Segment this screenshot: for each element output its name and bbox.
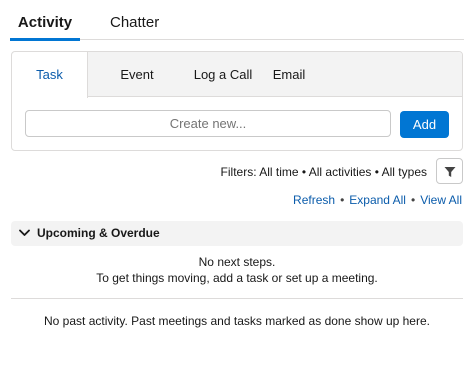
filters-summary: Filters: All time • All activities • All… bbox=[220, 165, 427, 179]
view-all-link[interactable]: View All bbox=[420, 193, 462, 207]
filter-icon bbox=[444, 167, 456, 177]
filter-button[interactable] bbox=[436, 158, 463, 184]
upcoming-overdue-title: Upcoming & Overdue bbox=[37, 226, 160, 240]
add-button[interactable]: Add bbox=[400, 111, 449, 138]
link-separator: • bbox=[340, 193, 345, 207]
activity-composer: Task Event Log a Call Email Create new..… bbox=[11, 51, 463, 151]
tab-task[interactable]: Task bbox=[12, 52, 88, 98]
create-new-input[interactable]: Create new... bbox=[25, 110, 391, 137]
chevron-down-icon bbox=[19, 229, 30, 236]
tab-email[interactable]: Email bbox=[262, 52, 316, 97]
tab-event[interactable]: Event bbox=[98, 52, 176, 97]
upcoming-overdue-header[interactable]: Upcoming & Overdue bbox=[11, 221, 463, 246]
tab-activity[interactable]: Activity bbox=[10, 0, 80, 41]
no-past-activity-text: No past activity. Past meetings and task… bbox=[44, 314, 430, 328]
tab-log-a-call[interactable]: Log a Call bbox=[172, 52, 274, 97]
activity-tabset: Activity Chatter bbox=[10, 0, 464, 41]
expand-all-link[interactable]: Expand All bbox=[349, 193, 406, 207]
divider bbox=[11, 298, 463, 299]
get-moving-text: To get things moving, add a task or set … bbox=[96, 271, 378, 285]
tab-chatter[interactable]: Chatter bbox=[110, 0, 159, 40]
no-next-steps-text: No next steps. bbox=[198, 255, 276, 269]
link-separator: • bbox=[410, 193, 416, 207]
activity-links: Refresh • Expand All • View All bbox=[293, 191, 462, 209]
empty-upcoming-message: No next steps. To get things moving, add… bbox=[11, 254, 463, 286]
refresh-link[interactable]: Refresh bbox=[293, 193, 335, 207]
composer-tabs: Task Event Log a Call Email bbox=[12, 52, 462, 98]
